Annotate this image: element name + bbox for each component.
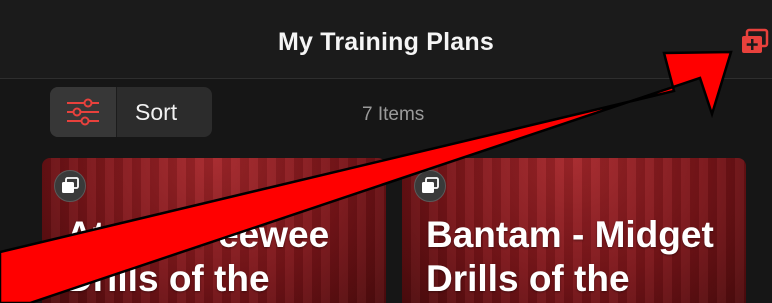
item-count: 7 Items: [362, 104, 425, 125]
stacked-plans-icon: [422, 177, 439, 193]
card-badge: [54, 170, 86, 202]
page-title: My Training Plans: [278, 28, 494, 56]
plan-card[interactable]: Atom - Peewee Drills of the: [42, 158, 386, 303]
app-screen: My Training Plans Sort 7 Items Atom - Pe…: [0, 0, 772, 303]
add-plan-icon: [742, 28, 769, 53]
filter-sort-control: Sort: [50, 87, 212, 137]
card-badge: [414, 170, 446, 202]
add-plan-button[interactable]: [739, 28, 771, 56]
card-title: Bantam - Midget Drills of the: [426, 214, 714, 299]
card-title: Atom - Peewee Drills of the: [66, 214, 330, 299]
sort-button[interactable]: Sort: [117, 87, 212, 137]
toolbar: Sort 7 Items: [0, 79, 772, 145]
navigation-bar: My Training Plans: [0, 0, 772, 79]
sliders-icon: [67, 98, 99, 126]
filter-button[interactable]: [50, 87, 117, 137]
plan-card[interactable]: Bantam - Midget Drills of the: [402, 158, 746, 303]
stacked-plans-icon: [62, 177, 79, 193]
